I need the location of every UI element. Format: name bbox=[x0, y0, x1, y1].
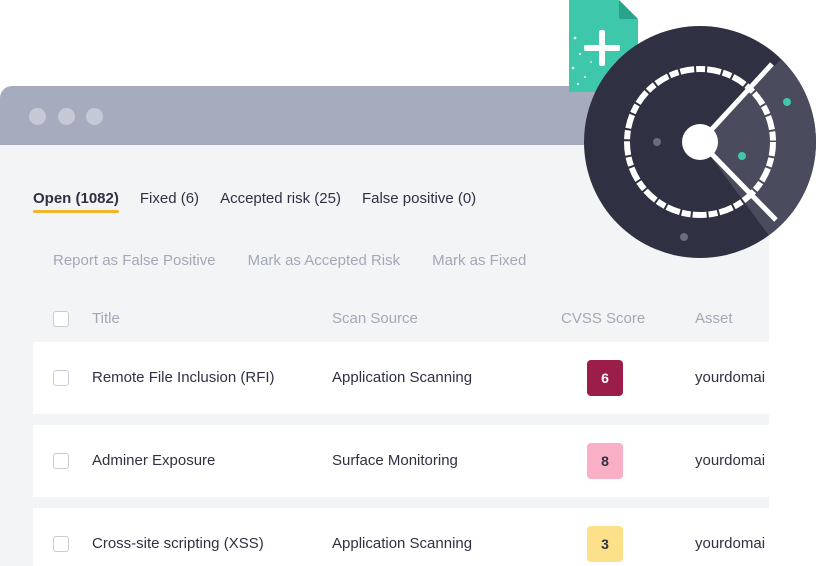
cvss-score-badge: 6 bbox=[587, 360, 623, 396]
mark-accepted-risk-button[interactable]: Mark as Accepted Risk bbox=[248, 252, 401, 269]
cvss-score-badge: 8 bbox=[587, 443, 623, 479]
column-header-scan-source[interactable]: Scan Source bbox=[332, 310, 418, 327]
cvss-score-badge: 3 bbox=[587, 526, 623, 562]
row-checkbox[interactable] bbox=[53, 453, 69, 469]
column-header-cvss-score[interactable]: CVSS Score bbox=[561, 310, 645, 327]
table-row[interactable]: Adminer Exposure Surface Monitoring 8 yo… bbox=[33, 425, 769, 497]
report-false-positive-button[interactable]: Report as False Positive bbox=[53, 252, 216, 269]
column-header-title[interactable]: Title bbox=[92, 310, 120, 327]
window-dot-icon[interactable] bbox=[29, 108, 46, 125]
row-checkbox[interactable] bbox=[53, 370, 69, 386]
select-all-checkbox[interactable] bbox=[53, 311, 69, 327]
issue-title: Cross-site scripting (XSS) bbox=[92, 535, 264, 552]
issue-tabs: Open (1082) Fixed (6) Accepted risk (25)… bbox=[33, 190, 497, 213]
tab-open[interactable]: Open (1082) bbox=[33, 190, 119, 213]
tab-accepted-risk[interactable]: Accepted risk (25) bbox=[220, 190, 341, 213]
asset-name: yourdomai bbox=[695, 535, 766, 552]
tab-false-positive[interactable]: False positive (0) bbox=[362, 190, 476, 213]
window-dot-icon[interactable] bbox=[58, 108, 75, 125]
scan-source: Surface Monitoring bbox=[332, 452, 458, 469]
asset-name: yourdomai bbox=[695, 369, 766, 386]
table-header: Title Scan Source CVSS Score Asset bbox=[0, 308, 769, 330]
asset-name: yourdomai bbox=[695, 452, 766, 469]
tab-fixed[interactable]: Fixed (6) bbox=[140, 190, 199, 213]
table-row[interactable]: Remote File Inclusion (RFI) Application … bbox=[33, 342, 769, 414]
issue-title: Adminer Exposure bbox=[92, 452, 216, 469]
row-checkbox[interactable] bbox=[53, 536, 69, 552]
scan-source: Application Scanning bbox=[332, 369, 473, 386]
bulk-actions: Report as False Positive Mark as Accepte… bbox=[53, 252, 558, 269]
issue-title: Remote File Inclusion (RFI) bbox=[92, 369, 275, 386]
mark-fixed-button[interactable]: Mark as Fixed bbox=[432, 252, 526, 269]
window-dot-icon[interactable] bbox=[86, 108, 103, 125]
scan-source: Application Scanning bbox=[332, 535, 473, 552]
column-header-asset[interactable]: Asset bbox=[695, 310, 733, 327]
radar-scan-icon bbox=[584, 26, 816, 258]
table-row[interactable]: Cross-site scripting (XSS) Application S… bbox=[33, 508, 769, 566]
